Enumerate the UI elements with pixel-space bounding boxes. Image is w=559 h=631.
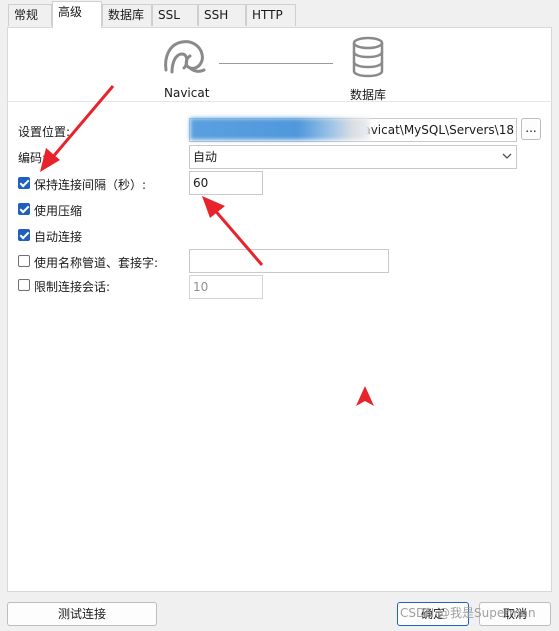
annotation-arrows bbox=[40, 85, 374, 406]
tab-advanced[interactable]: 高级 bbox=[52, 1, 102, 28]
arrow-3 bbox=[356, 386, 374, 406]
arrow-1 bbox=[40, 85, 115, 172]
watermark: CSDN @我是Superman bbox=[400, 606, 536, 620]
test-connection-button[interactable]: 测试连接 bbox=[7, 602, 157, 626]
arrow-2 bbox=[202, 196, 264, 266]
